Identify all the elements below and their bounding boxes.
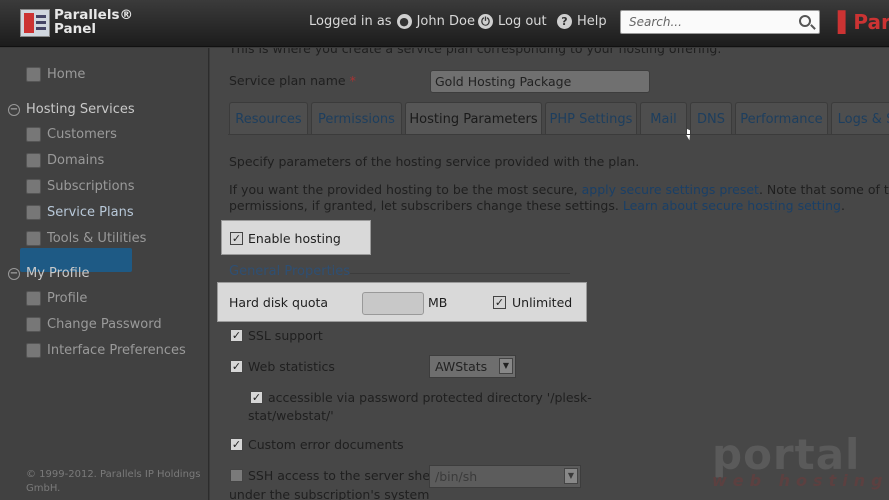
sidebar-section-my-profile[interactable]: − My Profile — [8, 266, 89, 281]
tab-permissions[interactable]: Permissions — [311, 102, 402, 134]
general-properties-heading: General Properties — [229, 264, 351, 279]
logged-in-info: Logged in as ● John Doe — [309, 14, 475, 29]
web-statistics-label: Web statistics — [248, 359, 335, 374]
search-icon[interactable] — [799, 15, 811, 27]
unlimited-checkbox[interactable]: ✓ — [493, 296, 506, 309]
portal-watermark-logo: portal web hosting — [712, 430, 889, 490]
shell-select[interactable]: /bin/sh ▼ — [429, 465, 581, 488]
parallels-logo-icon[interactable] — [20, 9, 50, 37]
sidebar-section-hosting-services[interactable]: − Hosting Services — [8, 102, 135, 117]
tab-php-settings[interactable]: PHP Settings — [545, 102, 637, 134]
section-divider — [350, 273, 570, 274]
mb-unit-label: MB — [428, 295, 448, 310]
user-icon: ● — [396, 14, 412, 29]
tab-performance[interactable]: Performance — [735, 102, 828, 134]
ssl-support-label: SSL support — [248, 328, 323, 343]
disk-quota-input[interactable] — [362, 292, 424, 315]
sidebar-item-tools[interactable]: Tools & Utilities — [26, 231, 146, 246]
sidebar-item-home[interactable]: Home — [26, 67, 85, 82]
sidebar-item-domains[interactable]: Domains — [26, 153, 104, 168]
sidebar-item-customers[interactable]: Customers — [26, 127, 117, 142]
home-icon — [26, 67, 41, 82]
plan-name-label: Service plan name * — [229, 73, 356, 88]
webstat-password-label-2: stat/webstat/' — [248, 408, 334, 423]
top-bar: Parallels® Panel Logged in as ● John Doe … — [0, 0, 889, 47]
customers-icon — [26, 127, 41, 142]
enable-hosting-checkbox[interactable]: ✓ — [230, 232, 243, 245]
key-icon — [26, 317, 41, 332]
secure-preset-link[interactable]: apply secure settings preset — [582, 182, 759, 197]
collapse-icon[interactable]: − — [8, 267, 20, 280]
sidebar-item-profile[interactable]: Profile — [26, 291, 87, 306]
enable-hosting-label: Enable hosting — [248, 231, 341, 246]
collapse-icon[interactable]: − — [8, 103, 20, 116]
search-input[interactable]: Search... — [620, 10, 820, 34]
web-statistics-select[interactable]: AWStats ▼ — [429, 355, 516, 378]
ssl-support-checkbox[interactable]: ✓ — [230, 329, 243, 342]
chevron-down-icon[interactable]: ▼ — [499, 358, 513, 374]
logout-button[interactable]: ⏻ Log out — [478, 14, 547, 29]
tab-logs[interactable]: Logs & S — [831, 102, 889, 134]
parallels-brand-logo: ▌Par — [838, 10, 889, 34]
plan-name-input[interactable]: Gold Hosting Package — [430, 70, 650, 93]
ssh-access-label-2: under the subscription's system — [229, 487, 430, 500]
unlimited-label: Unlimited — [512, 295, 573, 310]
sidebar-item-change-password[interactable]: Change Password — [26, 317, 162, 332]
webstat-password-label-1: accessible via password protected direct… — [268, 390, 592, 405]
ssh-access-label-1: SSH access to the server shell — [248, 468, 437, 483]
secure-hosting-link[interactable]: Learn about secure hosting setting — [623, 198, 841, 213]
intro-text: This is where you create a service plan … — [229, 48, 722, 56]
service-plans-icon — [26, 205, 41, 220]
sidebar-item-subscriptions[interactable]: Subscriptions — [26, 179, 135, 194]
subscriptions-icon — [26, 179, 41, 194]
sidebar-item-interface-preferences[interactable]: Interface Preferences — [26, 343, 186, 358]
tab-mail[interactable]: Mail — [640, 102, 687, 134]
power-icon: ⏻ — [478, 14, 493, 29]
help-button[interactable]: ? Help — [557, 14, 607, 29]
description-line-1: Specify parameters of the hosting servic… — [229, 154, 640, 169]
custom-error-documents-label: Custom error documents — [248, 437, 404, 452]
description-line-2: If you want the provided hosting to be t… — [229, 182, 889, 197]
help-icon: ? — [557, 14, 572, 29]
custom-error-documents-checkbox[interactable]: ✓ — [230, 438, 243, 451]
web-statistics-checkbox[interactable]: ✓ — [230, 360, 243, 373]
tab-divider — [228, 134, 889, 135]
tab-resources[interactable]: Resources — [229, 102, 308, 134]
sidebar: Home − Hosting Services Customers Domains… — [0, 48, 209, 500]
chevron-down-icon[interactable]: ▼ — [564, 468, 578, 484]
sidebar-item-service-plans[interactable]: Service Plans — [26, 205, 134, 220]
preferences-icon — [26, 343, 41, 358]
tools-icon — [26, 231, 41, 246]
brand: Parallels® Panel — [54, 7, 133, 37]
ssh-access-checkbox[interactable] — [230, 469, 243, 482]
description-line-3: permissions, if granted, let subscribers… — [229, 198, 845, 213]
tab-dns[interactable]: DNS — [690, 102, 732, 134]
copyright: © 1999-2012. Parallels IP Holdings GmbH. — [26, 469, 201, 494]
webstat-password-checkbox[interactable]: ✓ — [250, 391, 263, 404]
profile-icon — [26, 291, 41, 306]
user-name-link[interactable]: John Doe — [417, 14, 475, 29]
domains-icon — [26, 153, 41, 168]
tab-hosting-parameters[interactable]: Hosting Parameters — [405, 102, 542, 134]
disk-quota-label: Hard disk quota — [229, 295, 329, 310]
